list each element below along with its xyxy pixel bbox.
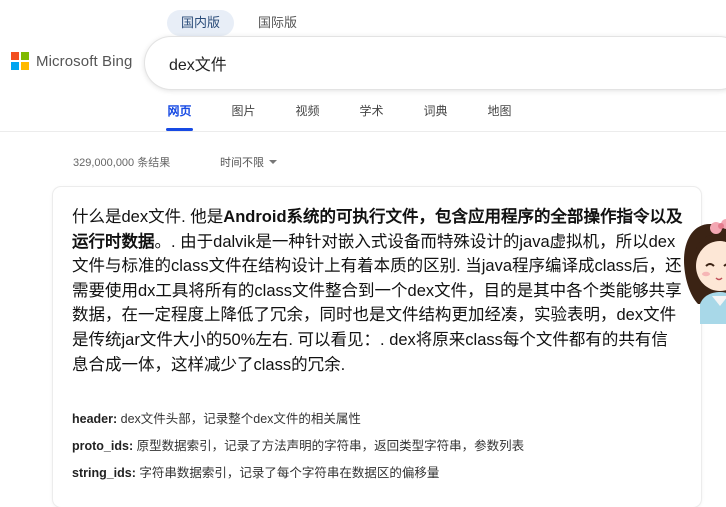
- answer-part-2: 。. 由于dalvik是一种针对嵌入式设备而特殊设计的java虚拟机，所以dex…: [72, 232, 682, 374]
- fact-key: string_ids:: [72, 466, 136, 480]
- list-item: string_ids: 字符串数据索引，记录了每个字符串在数据区的偏移量: [72, 463, 672, 490]
- region-tabs: 国内版 国际版: [167, 10, 311, 36]
- scope-images[interactable]: 图片: [231, 103, 256, 131]
- scope-maps[interactable]: 地图: [487, 103, 512, 131]
- scope-divider: [0, 131, 726, 132]
- tab-china[interactable]: 国内版: [167, 10, 235, 36]
- scope-videos[interactable]: 视频: [295, 103, 320, 131]
- search-box: [145, 37, 726, 89]
- list-item: header: dex文件头部，记录整个dex文件的相关属性: [72, 409, 672, 436]
- tab-international[interactable]: 国际版: [244, 10, 311, 36]
- bing-logo[interactable]: Microsoft Bing: [11, 52, 132, 70]
- time-filter-label: 时间不限: [220, 157, 264, 169]
- scope-tabs: 网页 图片 视频 学术 词典 地图: [166, 103, 512, 131]
- list-item: proto_ids: 原型数据索引，记录了方法声明的字符串，返回类型字符串，参数…: [72, 436, 672, 463]
- logo-text: Microsoft Bing: [36, 52, 133, 70]
- answer-card: 什么是dex文件. 他是Android系统的可执行文件，包含应用程序的全部操作指…: [53, 187, 701, 507]
- search-input[interactable]: [167, 53, 711, 73]
- answer-part-1: 什么是dex文件. 他是: [72, 208, 224, 226]
- fact-key: proto_ids:: [72, 439, 134, 453]
- chevron-down-icon: [269, 160, 277, 164]
- result-count: 329,000,000 条结果: [73, 157, 171, 169]
- scope-dictionary[interactable]: 词典: [423, 103, 448, 131]
- fact-value: 字符串数据索引，记录了每个字符串在数据区的偏移量: [135, 466, 440, 480]
- fact-key: header:: [72, 412, 118, 426]
- fact-list: header: dex文件头部，记录整个dex文件的相关属性 proto_ids…: [72, 409, 672, 490]
- scope-academic[interactable]: 学术: [359, 103, 384, 131]
- mascot-illustration: [684, 219, 726, 324]
- answer-text: 什么是dex文件. 他是Android系统的可执行文件，包含应用程序的全部操作指…: [72, 205, 684, 377]
- fact-value: dex文件头部，记录整个dex文件的相关属性: [117, 412, 361, 426]
- microsoft-logo-icon: [11, 52, 29, 70]
- time-filter-dropdown[interactable]: 时间不限: [220, 154, 277, 170]
- fact-value: 原型数据索引，记录了方法声明的字符串，返回类型字符串，参数列表: [133, 439, 525, 453]
- scope-web[interactable]: 网页: [166, 103, 193, 131]
